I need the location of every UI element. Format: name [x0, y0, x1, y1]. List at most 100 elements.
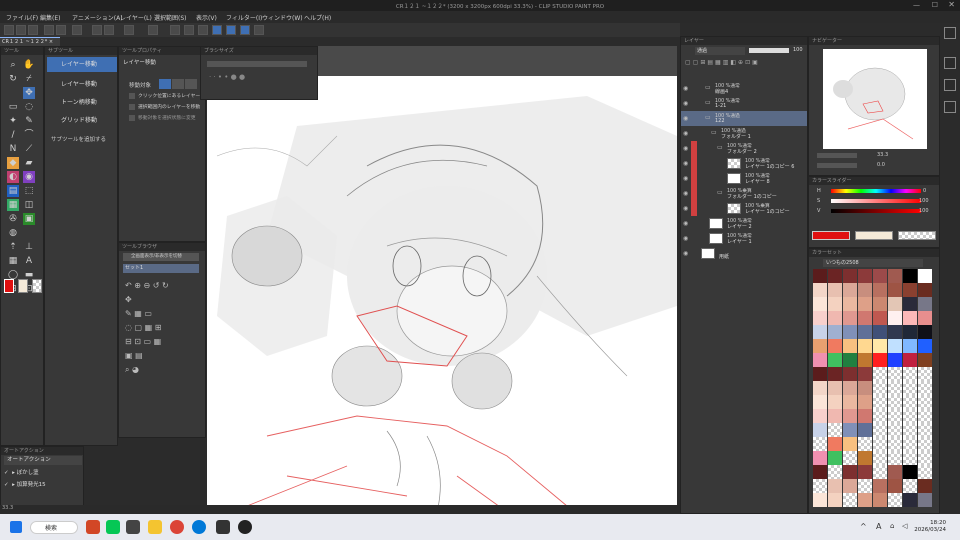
color-swatch[interactable] [828, 493, 842, 507]
color-swatch[interactable] [813, 493, 827, 507]
layer-row[interactable]: ◉ 用紙 [681, 246, 807, 261]
color-swatch[interactable] [843, 325, 857, 339]
color-swatch[interactable] [858, 269, 872, 283]
color-swatch[interactable] [858, 423, 872, 437]
color-swatch[interactable] [888, 311, 902, 325]
color-swatch[interactable] [888, 409, 902, 423]
color-swatch[interactable] [843, 493, 857, 507]
transform-icon[interactable] [148, 25, 158, 35]
color-swatch[interactable] [828, 395, 842, 409]
color-swatch[interactable] [873, 311, 887, 325]
color-swatch[interactable] [813, 325, 827, 339]
blend-mode-dropdown[interactable]: 通過 [695, 47, 745, 55]
color-swatch[interactable] [828, 269, 842, 283]
eye-icon[interactable]: ◉ [683, 85, 690, 92]
zoom-tool-icon[interactable]: ⌕ [7, 59, 19, 71]
color-swatch[interactable] [828, 465, 842, 479]
option-checkbox-3[interactable] [129, 115, 135, 121]
subtool-item-grid-move[interactable]: グリッド移動 [47, 113, 117, 128]
color-swatch[interactable] [873, 437, 887, 451]
layer-row[interactable]: ◉ ▭ 100 %乗算 フォルダー 1のコピー [681, 186, 807, 201]
color-swatch[interactable] [918, 269, 932, 283]
rotate-slider[interactable] [817, 163, 857, 168]
color-swatch[interactable] [918, 297, 932, 311]
color-swatch[interactable] [813, 479, 827, 493]
color-swatch[interactable] [903, 381, 917, 395]
target-grid-toggle[interactable] [185, 79, 197, 89]
color-sub-preview[interactable] [855, 231, 893, 240]
color-swatch[interactable] [858, 297, 872, 311]
color-swatch[interactable] [873, 479, 887, 493]
color-swatch[interactable] [918, 423, 932, 437]
color-swatch[interactable] [858, 283, 872, 297]
rotate-tool-icon[interactable]: ↻ [7, 73, 19, 85]
color-swatch[interactable] [903, 353, 917, 367]
color-swatch[interactable] [813, 395, 827, 409]
powerpoint-icon[interactable] [86, 520, 100, 534]
color-swatch[interactable] [873, 395, 887, 409]
color-swatch[interactable] [903, 451, 917, 465]
color-swatch[interactable] [903, 437, 917, 451]
color-swatch[interactable] [813, 297, 827, 311]
snap-grid-icon[interactable] [240, 25, 250, 35]
color-swatch[interactable] [828, 325, 842, 339]
blend-tool-icon[interactable]: ◐ [7, 171, 19, 183]
eraser-icon[interactable]: ▰ [23, 157, 35, 169]
color-swatch[interactable] [858, 479, 872, 493]
subtool-item-tone-move[interactable]: トーン柄移動 [47, 95, 117, 110]
color-swatch[interactable] [903, 283, 917, 297]
color-swatch[interactable] [903, 367, 917, 381]
info-icon[interactable] [944, 101, 956, 113]
eyedropper-icon[interactable]: ⌿ [23, 73, 35, 85]
color-swatch[interactable] [903, 493, 917, 507]
color-swatch[interactable] [888, 325, 902, 339]
tool-browser-search[interactable]: 全画面表示/非表示を切替 [123, 253, 199, 261]
layer-row[interactable]: ◉ ▭ 100 %通常 線画4 [681, 81, 807, 96]
layer-row[interactable]: ◉ ▭ 100 %通常 1-21 [681, 96, 807, 111]
color-swatch[interactable] [873, 269, 887, 283]
zoom-slider[interactable] [817, 153, 857, 158]
color-swatch[interactable] [903, 465, 917, 479]
color-swatch[interactable] [828, 311, 842, 325]
transparent-color-swatch[interactable] [32, 279, 42, 293]
chrome-icon[interactable] [170, 520, 184, 534]
frame-icon[interactable]: ▦ [7, 199, 19, 211]
color-swatch[interactable] [858, 437, 872, 451]
history-icon[interactable] [944, 79, 956, 91]
ime-indicator[interactable]: A [876, 522, 881, 531]
color-swatch[interactable] [858, 311, 872, 325]
eye-icon[interactable]: ◉ [683, 250, 690, 257]
color-swatch[interactable] [903, 479, 917, 493]
auto-select-icon[interactable]: ✦ [7, 115, 19, 127]
color-swatch[interactable] [813, 465, 827, 479]
menu-view[interactable]: 表示(V) [196, 13, 217, 22]
color-swatch[interactable] [918, 451, 932, 465]
color-swatch[interactable] [843, 283, 857, 297]
color-swatch[interactable] [843, 423, 857, 437]
clip-studio-icon[interactable] [216, 520, 230, 534]
color-swatch[interactable] [873, 409, 887, 423]
color-swatch[interactable] [828, 367, 842, 381]
color-swatch[interactable] [888, 339, 902, 353]
invert-selection-icon[interactable] [184, 25, 194, 35]
menu-help[interactable]: ヘルプ(H) [304, 13, 331, 22]
document-tab[interactable]: CR１２１ ~１２２* × [0, 37, 60, 46]
operation-icon[interactable]: ⇡ [7, 241, 19, 253]
color-swatch[interactable] [888, 437, 902, 451]
menu-filter[interactable]: フィルター(I) [226, 13, 262, 22]
color-swatch[interactable] [828, 423, 842, 437]
app-grid-icon[interactable] [126, 520, 140, 534]
tool-set-selector[interactable]: セット1 [123, 264, 199, 273]
color-swatch[interactable] [858, 339, 872, 353]
object-icon[interactable]: ⊥ [23, 241, 35, 253]
color-swatch[interactable] [873, 423, 887, 437]
text-icon[interactable]: A [23, 255, 35, 267]
media-player-icon[interactable] [238, 520, 252, 534]
redo-icon[interactable] [104, 25, 114, 35]
color-swatch[interactable] [903, 409, 917, 423]
color-swatch[interactable] [843, 409, 857, 423]
crop-icon[interactable] [198, 25, 208, 35]
layer-row[interactable]: ◉ 100 %通常 レイヤー 1 [681, 231, 807, 246]
minimize-icon[interactable]: — [913, 1, 920, 9]
sub-color-swatch[interactable] [18, 279, 28, 293]
